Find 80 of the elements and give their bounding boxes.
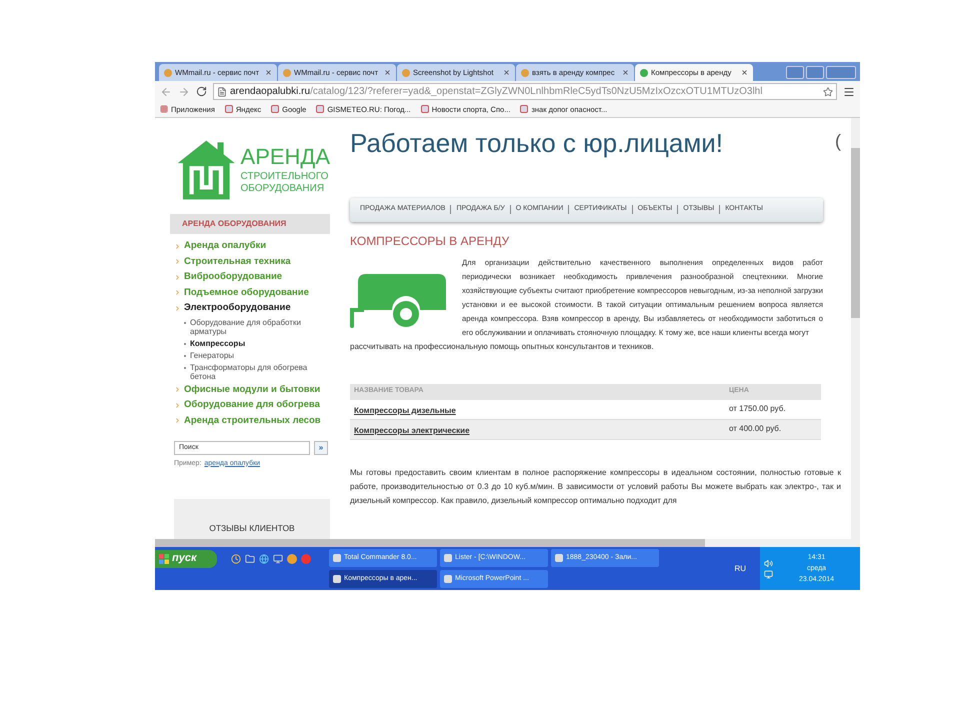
scrollbar-thumb[interactable] <box>155 539 705 547</box>
network-icon[interactable] <box>764 570 773 578</box>
chevron-icon <box>174 386 181 394</box>
product-link[interactable]: Компрессоры электрические <box>354 426 470 435</box>
chevron-icon <box>174 242 181 250</box>
sidebar-link[interactable]: Офисные модули и бытовки <box>184 382 320 397</box>
chevron-icon <box>174 417 181 424</box>
cut-text: ( <box>835 130 841 153</box>
url-text: arendaopalubki.ru/catalog/123/?referer=yad&_openstat=ZGlyZWN0LnlhbmRleC5ydTs0NzU5MzIxOzcxOTU1MTUzO3lhl <box>230 85 762 100</box>
app-icon <box>555 554 563 562</box>
headline: Работаем только с юр.лицами! <box>350 126 724 160</box>
minimize-icon[interactable] <box>786 66 804 80</box>
section-title: КОМПРЕССОРЫ В АРЕНДУ <box>350 232 510 250</box>
sidebar-link[interactable]: Электрооборудование <box>184 301 291 316</box>
page-icon <box>217 86 227 97</box>
close-icon[interactable] <box>384 69 391 76</box>
bookmark-icon <box>420 105 429 114</box>
folder-icon[interactable] <box>245 554 255 564</box>
horizontal-scrollbar[interactable] <box>155 539 851 547</box>
menu-icon[interactable] <box>843 86 855 98</box>
bookmark-icon <box>224 105 233 114</box>
sidebar-link[interactable]: Подъемное оборудование <box>184 286 309 300</box>
bookmark-icon <box>271 105 280 114</box>
reviews-heading: ОТЗЫВЫ КЛИЕНТОВ <box>209 522 295 535</box>
back-icon[interactable] <box>160 86 172 98</box>
sidebar-link[interactable]: Виброоборудование <box>184 270 282 284</box>
product-link[interactable]: Компрессоры дизельные <box>354 406 456 415</box>
favicon-icon <box>164 68 172 77</box>
app-icon <box>333 554 341 562</box>
app-icon <box>444 554 452 562</box>
close-icon[interactable] <box>265 69 272 76</box>
logo-title: АРЕНДА <box>240 146 330 168</box>
globe-icon[interactable] <box>259 554 269 564</box>
sidebar-sublink[interactable]: Компрессоры <box>190 338 246 348</box>
chevron-icon <box>174 289 181 296</box>
app-icon <box>444 575 452 583</box>
close-icon[interactable] <box>741 69 748 76</box>
clock-icon[interactable] <box>231 554 241 564</box>
sidebar-link[interactable]: Оборудование для обогрева <box>184 398 320 412</box>
sidebar-link[interactable]: Аренда опалубки <box>184 239 266 254</box>
language-indicator[interactable]: RU <box>734 562 746 574</box>
price-cell-text: от 400.00 руб. <box>729 423 782 435</box>
sidebar-sublink[interactable]: Генераторы <box>190 350 234 360</box>
maximize-icon[interactable] <box>806 66 824 80</box>
favicon-icon <box>640 68 648 77</box>
search-button[interactable]: » <box>314 440 328 454</box>
apps-icon <box>160 105 168 114</box>
vertical-scrollbar[interactable] <box>851 118 860 547</box>
sidebar-link[interactable]: Аренда строительных лесов <box>184 414 321 428</box>
chevron-icon <box>174 304 181 312</box>
scrollbar-thumb[interactable] <box>851 148 860 318</box>
intro-paragraph-tail: рассчитывать на профессиональную помощь опытных консультантов и техников. <box>350 340 655 353</box>
forward-icon[interactable] <box>178 86 190 98</box>
windows-logo-icon <box>159 554 169 564</box>
sidebar-sublink[interactable]: Оборудование для обработки арматуры <box>190 318 330 336</box>
close-icon[interactable] <box>622 69 629 76</box>
logo-subtitle: СТРОИТЕЛЬНОГО <box>240 172 330 182</box>
start-button[interactable]: пуск <box>155 550 217 568</box>
sidebar-link[interactable]: Строительная техника <box>184 254 291 269</box>
bookmark-icon <box>316 105 324 114</box>
logo-subtitle: ОБОРУДОВАНИЯ <box>240 184 326 194</box>
chevron-icon <box>174 402 181 409</box>
outro-paragraph: Мы готовы предоставить своим клиентам в полное распоряжение компрессоры в идеальном состоянии, полностью готовые к работе, производительностью от 0.3 до 10 куб.м/мин. В зависимости от условий работы Вы можете выбрать как электро-, так и дизельный компрессор. Как правило, дизельный компрессор оптимально подходит для <box>350 466 841 507</box>
bookmark-icon <box>520 105 528 114</box>
chevron-icon <box>174 274 181 281</box>
speaker-icon[interactable] <box>764 558 773 568</box>
reload-icon[interactable] <box>196 86 207 98</box>
star-icon[interactable] <box>823 86 833 97</box>
favicon-icon <box>402 68 410 77</box>
sidebar-heading: АРЕНДА ОБОРУДОВАНИЯ <box>170 214 330 234</box>
close-window-icon[interactable] <box>826 66 856 80</box>
chevron-icon <box>174 258 181 266</box>
price-cell-text: от 1750.00 руб. <box>729 403 787 415</box>
monitor-icon[interactable] <box>273 554 283 564</box>
app-icon <box>333 575 341 583</box>
favicon-icon <box>283 68 291 77</box>
close-icon[interactable] <box>503 69 510 76</box>
sidebar-sublink[interactable]: Трансформаторы для обогрева бетона <box>190 362 330 380</box>
address-field[interactable]: arendaopalubki.ru/catalog/123/?referer=yad&_openstat=ZGlyZWN0LnlhbmRleC5ydTs0NzU5MzIxOzcxOTU1MTUzO3lhl <box>213 83 837 100</box>
favicon-icon <box>521 68 529 77</box>
